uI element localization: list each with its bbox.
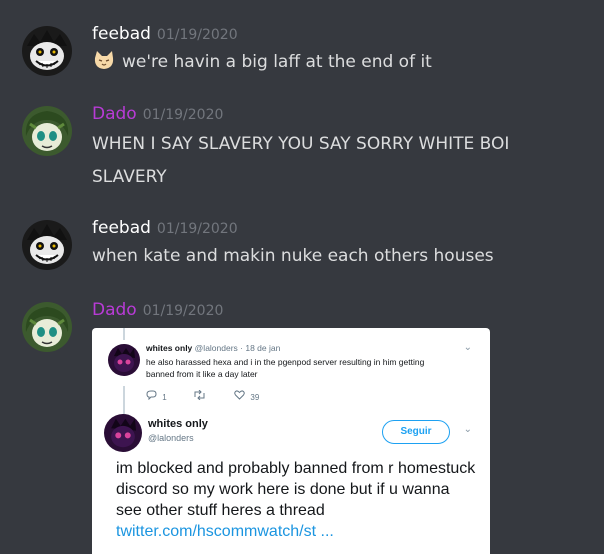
- reply-tweet-text: he also harassed hexa and i in the pgenp…: [146, 357, 425, 379]
- thread-line: [123, 328, 125, 340]
- retweet-icon[interactable]: [193, 389, 208, 402]
- reply-tweet-header: whites only @lalonders · 18 de jan: [146, 343, 280, 353]
- timestamp: 01/19/2020: [142, 107, 224, 123]
- username[interactable]: Dado: [92, 300, 137, 320]
- tweet-author-name[interactable]: whites only: [146, 343, 192, 353]
- tweet-image-attachment[interactable]: whites only @lalonders · 18 de jan ⌄ he …: [92, 328, 490, 554]
- follow-button[interactable]: Seguir: [382, 420, 450, 444]
- timestamp: 01/19/2020: [156, 221, 238, 237]
- message-content: we're havin a big laff at the end of it: [122, 52, 432, 72]
- username[interactable]: feebad: [92, 24, 151, 44]
- avatar-dado[interactable]: [22, 302, 72, 352]
- username[interactable]: feebad: [92, 218, 151, 238]
- message-text: WHEN I SAY SLAVERY YOU SAY SORRY WHITE B…: [92, 134, 510, 187]
- avatar-feebad[interactable]: [22, 26, 72, 76]
- timestamp: 01/19/2020: [142, 303, 224, 319]
- message-header: Dado 01/19/2020: [92, 300, 223, 320]
- reply-icon[interactable]: [146, 390, 159, 402]
- thread-line: [123, 386, 125, 414]
- message-header: feebad 01/19/2020: [92, 218, 238, 238]
- avatar-dado[interactable]: [22, 106, 72, 156]
- tweet-author-name[interactable]: whites only: [148, 418, 208, 430]
- chevron-down-icon[interactable]: ⌄: [464, 342, 472, 353]
- message-text: when kate and makin nuke each others hou…: [92, 246, 494, 266]
- timestamp: 01/19/2020: [156, 27, 238, 43]
- tweet-avatar[interactable]: [108, 344, 140, 376]
- avatar-feebad[interactable]: [22, 220, 72, 270]
- tweet-body: im blocked and probably banned from r ho…: [116, 460, 476, 519]
- cat-face-emoji: [92, 49, 116, 71]
- tweet-handle-date: @lalonders · 18 de jan: [194, 343, 281, 353]
- message-header: Dado 01/19/2020: [92, 104, 223, 124]
- username[interactable]: Dado: [92, 104, 137, 124]
- reply-tweet-actions: 1 39: [146, 389, 260, 402]
- tweet-link[interactable]: twitter.com/hscommwatch/st ...: [116, 523, 334, 540]
- message-text: we're havin a big laff at the end of it: [92, 46, 582, 79]
- main-tweet-text: im blocked and probably banned from r ho…: [116, 458, 476, 542]
- chevron-down-icon[interactable]: ⌄: [464, 424, 472, 435]
- like-count: 39: [250, 393, 260, 402]
- message-header: feebad 01/19/2020: [92, 24, 238, 44]
- tweet-avatar[interactable]: [104, 414, 142, 452]
- reply-count: 1: [162, 393, 167, 402]
- like-icon[interactable]: [234, 390, 247, 402]
- tweet-handle: @lalonders: [148, 433, 194, 443]
